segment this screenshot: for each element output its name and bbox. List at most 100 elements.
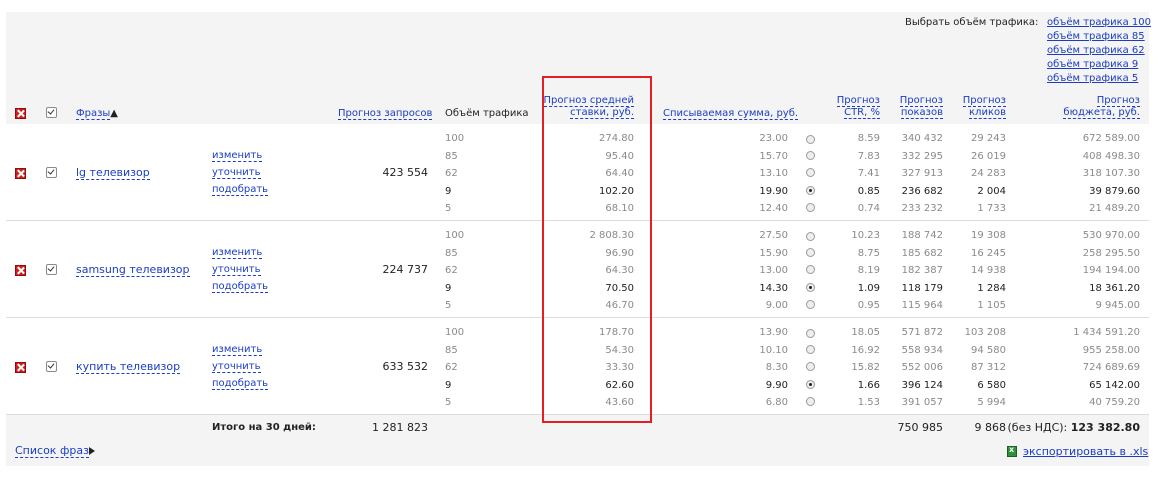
budget-value: 194 194.00 bbox=[1082, 265, 1140, 277]
traffic-selector-label: Выбрать объём трафика: bbox=[905, 17, 1039, 28]
requests-forecast-header[interactable]: Прогноз запросов bbox=[338, 108, 433, 120]
budget-value: 955 258.00 bbox=[1082, 344, 1140, 356]
phrase-checkbox[interactable] bbox=[46, 361, 57, 372]
traffic-radio[interactable] bbox=[806, 150, 815, 160]
export-xls[interactable]: экспортировать в .xls bbox=[1023, 446, 1148, 458]
traffic-option-link[interactable]: объём трафика 9 bbox=[1047, 59, 1138, 70]
traffic-option-link[interactable]: объём трафика 62 bbox=[1047, 45, 1145, 56]
phrase-name[interactable]: samsung телевизор bbox=[76, 263, 190, 277]
traffic-radio[interactable] bbox=[806, 379, 815, 389]
phrase-action-refine-link[interactable]: уточнить bbox=[212, 167, 261, 179]
phrase-checkbox[interactable] bbox=[46, 264, 57, 275]
ctr-header-line1[interactable]: Прогноз bbox=[836, 95, 880, 107]
traffic-radio[interactable] bbox=[806, 329, 815, 338]
phrase-list-toggle[interactable]: Список фраз bbox=[15, 444, 89, 458]
phrase-action-pick-link[interactable]: подобрать bbox=[212, 184, 269, 196]
charged-sum-link[interactable]: Списываемая сумма, руб. bbox=[663, 108, 799, 120]
ctr-value: 10.23 bbox=[851, 230, 880, 241]
traffic-option-link[interactable]: объём трафика 5 bbox=[1047, 73, 1138, 84]
shows-header-line2[interactable]: показов bbox=[900, 107, 943, 119]
phrase-action-refine-link[interactable]: уточнить bbox=[212, 361, 261, 373]
phrase-action-change-link[interactable]: изменить bbox=[212, 344, 263, 356]
phrase-name-link[interactable]: купить телевизор bbox=[76, 360, 181, 374]
clicks-header-line1[interactable]: Прогноз bbox=[962, 95, 1006, 107]
budget-value: 258 295.50 bbox=[1082, 247, 1140, 259]
delete-phrase-icon[interactable] bbox=[15, 265, 26, 276]
traffic-option-link[interactable]: объём трафика 85 bbox=[1047, 31, 1145, 42]
clicks-header-line2[interactable]: кликов bbox=[969, 107, 1006, 119]
phrase-checkbox[interactable] bbox=[46, 167, 57, 178]
traffic-option[interactable]: объём трафика 5 bbox=[1047, 73, 1138, 85]
traffic-option[interactable]: объём трафика 100 bbox=[1047, 17, 1151, 29]
phrase-action-refine[interactable]: уточнить bbox=[212, 167, 261, 179]
phrase-action-pick-link[interactable]: подобрать bbox=[212, 281, 269, 293]
phrase-list-link[interactable]: Список фраз bbox=[15, 444, 89, 458]
phrase-action-refine[interactable]: уточнить bbox=[212, 264, 261, 276]
phrase-action-change-link[interactable]: изменить bbox=[212, 247, 263, 259]
phrases-sort-link[interactable]: Фразы bbox=[76, 108, 111, 120]
phrases-header[interactable]: Фразы▲ bbox=[76, 108, 118, 120]
phrase-action-pick-link[interactable]: подобрать bbox=[212, 378, 269, 390]
delete-phrase-icon[interactable] bbox=[15, 168, 26, 179]
phrase-action-refine-link[interactable]: уточнить bbox=[212, 264, 261, 276]
traffic-radio[interactable] bbox=[806, 185, 815, 195]
ctr-value: 16.92 bbox=[851, 344, 880, 356]
clicks-value: 6 580 bbox=[977, 379, 1006, 391]
budget-header[interactable]: Прогноз бюджета, руб. bbox=[1040, 95, 1140, 119]
ctr-header-line2[interactable]: CTR, % bbox=[844, 107, 880, 119]
ctr-value: 0.74 bbox=[857, 203, 880, 215]
delete-phrase-icon[interactable] bbox=[15, 362, 26, 373]
traffic-radio[interactable] bbox=[806, 344, 815, 354]
expand-arrow-icon[interactable] bbox=[89, 447, 95, 455]
charged-sum-value: 14.30 bbox=[759, 282, 788, 294]
phrase-action-change[interactable]: изменить bbox=[212, 344, 263, 356]
traffic-volume-value: 85 bbox=[445, 344, 458, 356]
requests-forecast-link[interactable]: Прогноз запросов bbox=[338, 108, 433, 120]
clicks-header[interactable]: Прогноз кликов bbox=[946, 95, 1006, 119]
budget-value: 21 489.20 bbox=[1089, 203, 1140, 215]
budget-header-line1[interactable]: Прогноз bbox=[1096, 95, 1140, 107]
select-all-checkbox[interactable] bbox=[46, 107, 57, 118]
ctr-value: 1.09 bbox=[857, 282, 880, 294]
phrase-action-pick[interactable]: подобрать bbox=[212, 281, 269, 293]
phrase-action-refine[interactable]: уточнить bbox=[212, 361, 261, 373]
ctr-header[interactable]: Прогноз CTR, % bbox=[820, 95, 880, 119]
traffic-volume-value: 9 bbox=[445, 379, 452, 391]
shows-header-line1[interactable]: Прогноз bbox=[899, 95, 943, 107]
charged-sum-value: 10.10 bbox=[759, 344, 788, 356]
charged-sum-value: 15.90 bbox=[759, 247, 788, 259]
traffic-volume-value: 85 bbox=[445, 150, 458, 162]
traffic-option[interactable]: объём трафика 9 bbox=[1047, 59, 1138, 71]
phrase-name-link[interactable]: lg телевизор bbox=[76, 166, 150, 180]
traffic-option[interactable]: объём трафика 62 bbox=[1047, 45, 1145, 57]
export-xls-link[interactable]: экспортировать в .xls bbox=[1023, 445, 1148, 458]
phrase-action-change[interactable]: изменить bbox=[212, 247, 263, 259]
phrase-action-change[interactable]: изменить bbox=[212, 150, 263, 162]
shows-value: 396 124 bbox=[901, 379, 943, 391]
budget-header-line2[interactable]: бюджета, руб. bbox=[1063, 107, 1140, 119]
ctr-value: 8.59 bbox=[857, 133, 880, 144]
traffic-radio[interactable] bbox=[806, 135, 815, 144]
ctr-value: 15.82 bbox=[851, 362, 880, 374]
ctr-value: 0.95 bbox=[857, 300, 880, 312]
phrase-name-link[interactable]: samsung телевизор bbox=[76, 263, 190, 277]
clicks-value: 24 283 bbox=[971, 168, 1006, 180]
traffic-option[interactable]: объём трафика 85 bbox=[1047, 31, 1145, 43]
shows-header[interactable]: Прогноз показов bbox=[883, 95, 943, 119]
totals-budget-prefix: (без НДС): bbox=[1007, 421, 1068, 434]
traffic-option-link[interactable]: объём трафика 100 bbox=[1047, 17, 1151, 28]
phrase-name[interactable]: lg телевизор bbox=[76, 166, 150, 180]
traffic-radio[interactable] bbox=[806, 247, 815, 257]
shows-value: 236 682 bbox=[901, 185, 943, 197]
totals-label: Итого на 30 дней: bbox=[212, 422, 316, 433]
charged-sum-header[interactable]: Списываемая сумма, руб. bbox=[663, 108, 799, 120]
delete-all-icon[interactable] bbox=[15, 108, 26, 119]
phrase-action-pick[interactable]: подобрать bbox=[212, 184, 269, 196]
traffic-radio[interactable] bbox=[806, 282, 815, 292]
clicks-value: 19 308 bbox=[971, 230, 1006, 241]
budget-value: 318 107.30 bbox=[1082, 168, 1140, 180]
phrase-action-pick[interactable]: подобрать bbox=[212, 378, 269, 390]
traffic-radio[interactable] bbox=[806, 232, 815, 241]
phrase-name[interactable]: купить телевизор bbox=[76, 360, 181, 374]
phrase-action-change-link[interactable]: изменить bbox=[212, 150, 263, 162]
